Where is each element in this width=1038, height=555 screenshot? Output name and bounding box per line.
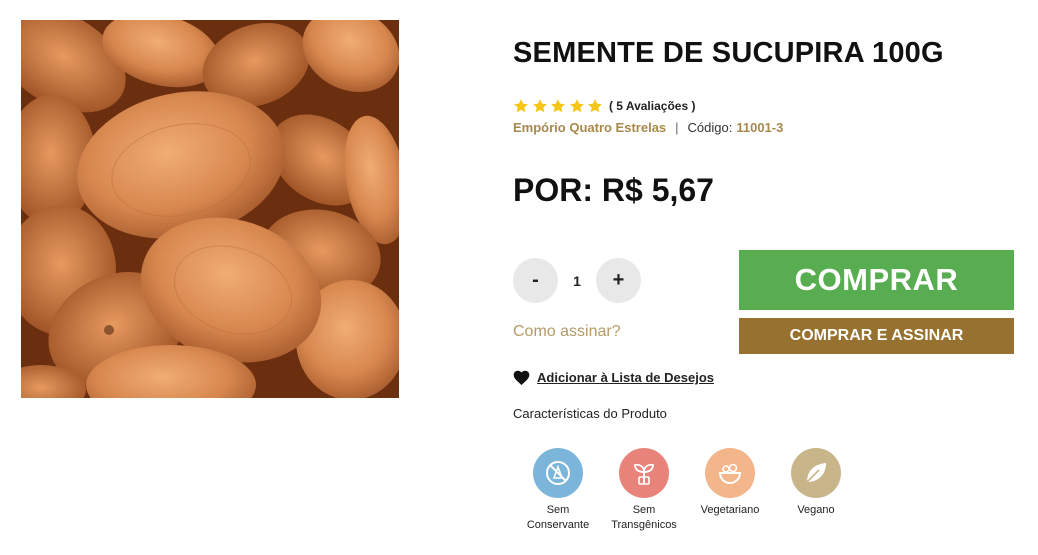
features-title: Características do Produto xyxy=(513,406,667,421)
how-to-subscribe-link[interactable]: Como assinar? xyxy=(513,323,621,341)
increase-quantity-button[interactable]: + xyxy=(596,258,641,303)
product-image[interactable] xyxy=(21,20,399,398)
feature-label: Sem Transgênicos xyxy=(611,504,677,531)
product-info: SEMENTE DE SUCUPIRA 100G ( 5 Avaliações … xyxy=(513,0,1023,555)
feature-label: Vegano xyxy=(797,504,835,516)
star-icon xyxy=(569,99,584,113)
price: POR: R$ 5,67 xyxy=(513,172,714,208)
star-icon xyxy=(532,99,547,113)
buy-and-subscribe-button[interactable]: COMPRAR E ASSINAR xyxy=(739,318,1014,354)
code-label: Código: xyxy=(687,120,733,135)
feature-vegan: Vegano xyxy=(773,448,859,533)
feature-no-preservative: Sem Conservante xyxy=(515,448,601,533)
star-icon xyxy=(551,99,566,113)
seeds-photo xyxy=(21,20,399,398)
feature-vegetarian: Vegetariano xyxy=(687,448,773,533)
add-to-wishlist[interactable]: Adicionar à Lista de Desejos xyxy=(513,370,714,385)
quantity-value[interactable]: 1 xyxy=(558,273,596,289)
brand-name[interactable]: Empório Quatro Estrelas xyxy=(513,120,666,135)
sprout-icon xyxy=(619,448,669,498)
feature-label: Vegetariano xyxy=(700,504,760,516)
star-icon xyxy=(588,99,603,113)
code-value: 11001-3 xyxy=(736,120,784,135)
rating-count[interactable]: ( 5 Avaliações ) xyxy=(609,99,695,113)
no-preservative-icon xyxy=(533,448,583,498)
salad-bowl-icon xyxy=(705,448,755,498)
buy-button[interactable]: COMPRAR xyxy=(739,250,1014,310)
product-meta: Empório Quatro Estrelas | Código: 11001-… xyxy=(513,120,783,135)
feature-non-gmo: Sem Transgênicos xyxy=(601,448,687,533)
heart-icon xyxy=(513,370,530,385)
decrease-quantity-button[interactable]: - xyxy=(513,258,558,303)
wishlist-label[interactable]: Adicionar à Lista de Desejos xyxy=(537,370,714,385)
leaf-icon xyxy=(791,448,841,498)
features-list: Sem Conservante Sem Transgênicos Vegetar… xyxy=(515,448,859,533)
star-icon xyxy=(514,99,528,113)
quantity-stepper: - 1 + xyxy=(513,258,641,303)
meta-divider: | xyxy=(675,120,679,135)
rating[interactable]: ( 5 Avaliações ) xyxy=(513,97,695,115)
product-title: SEMENTE DE SUCUPIRA 100G xyxy=(513,37,944,69)
feature-label: Sem Conservante xyxy=(526,504,590,531)
